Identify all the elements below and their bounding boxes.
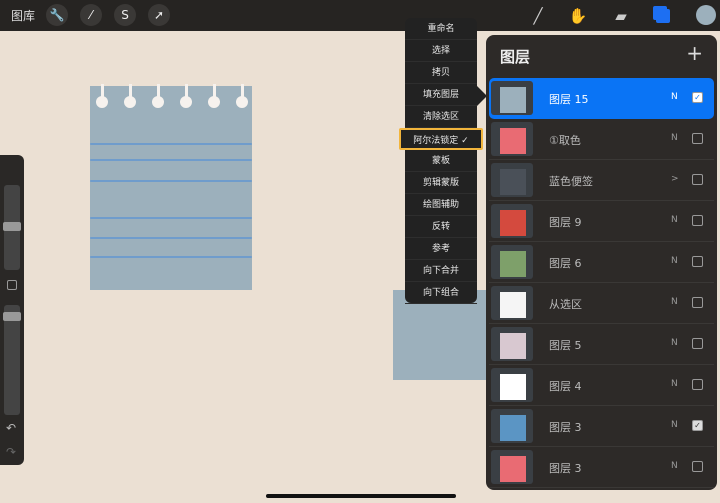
menu-item[interactable]: 阿尔法锁定 ✓ — [399, 128, 483, 150]
wrench-icon[interactable]: 🔧 — [46, 4, 68, 26]
left-sidebar: ↶ ↷ — [0, 155, 24, 465]
blend-mode-button[interactable]: N — [671, 338, 678, 348]
layer-row[interactable]: 蓝色便签 > — [489, 160, 714, 201]
menu-item[interactable]: 选择 — [405, 40, 477, 62]
layer-thumbnail — [491, 245, 533, 279]
menu-item[interactable]: 拷贝 — [405, 62, 477, 84]
menu-item[interactable]: 参考 — [405, 238, 477, 260]
visibility-checkbox[interactable] — [692, 174, 703, 185]
undo-icon[interactable]: ↶ — [6, 421, 16, 435]
layer-name: 图层 15 — [549, 93, 589, 106]
layer-thumbnail — [491, 286, 533, 320]
layer-name: 图层 3 — [549, 421, 582, 434]
menu-item[interactable]: 填充图层 — [405, 84, 477, 106]
blend-mode-button[interactable]: N — [671, 92, 678, 102]
layer-thumbnail — [491, 204, 533, 238]
gallery-button[interactable]: 图库 — [11, 7, 35, 24]
layer-name: ①取色 — [549, 134, 581, 147]
blend-mode-button[interactable]: N — [671, 420, 678, 430]
blend-mode-button[interactable]: N — [671, 461, 678, 471]
layer-thumbnail — [491, 122, 533, 156]
blend-mode-button[interactable]: N — [671, 133, 678, 143]
layer-row[interactable]: 图层 5 N — [489, 324, 714, 365]
selection-icon[interactable]: S — [114, 4, 136, 26]
layer-thumbnail — [491, 409, 533, 443]
layer-thumbnail — [491, 327, 533, 361]
menu-item[interactable]: 蒙板 — [405, 150, 477, 172]
layer-name: 蓝色便签 — [549, 175, 593, 188]
visibility-checkbox[interactable] — [692, 256, 703, 267]
visibility-checkbox[interactable]: ✓ — [692, 92, 703, 103]
layers-icon[interactable] — [652, 5, 674, 27]
layer-row[interactable]: 图层 4 N — [489, 365, 714, 406]
menu-item[interactable]: 剪辑蒙版 — [405, 172, 477, 194]
layer-row[interactable]: 从选区 N — [489, 283, 714, 324]
visibility-checkbox[interactable] — [692, 461, 703, 472]
blend-mode-button[interactable]: N — [671, 256, 678, 266]
blend-mode-button[interactable]: N — [671, 379, 678, 389]
eraser-icon[interactable]: ▰ — [610, 5, 632, 27]
layer-row[interactable]: 图层 6 N — [489, 242, 714, 283]
opacity-handle[interactable] — [3, 312, 21, 321]
menu-item[interactable]: 绘图辅助 — [405, 194, 477, 216]
blend-mode-button[interactable]: N — [671, 297, 678, 307]
menu-item[interactable]: 反转 — [405, 216, 477, 238]
blue-notepad-drawing — [90, 84, 252, 290]
color-icon[interactable] — [696, 5, 716, 25]
menu-item[interactable]: 向下组合 — [405, 282, 477, 304]
layer-name: 从选区 — [549, 298, 582, 311]
home-indicator — [266, 494, 456, 498]
brush-icon[interactable]: ╱ — [527, 5, 549, 27]
layer-row[interactable]: 图层 3 N ✓ — [489, 406, 714, 447]
layer-thumbnail — [491, 368, 533, 402]
transform-arrow-icon[interactable]: ➚ — [148, 4, 170, 26]
layer-row[interactable]: 图层 9 N — [489, 201, 714, 242]
blend-mode-button[interactable]: N — [671, 215, 678, 225]
visibility-checkbox[interactable] — [692, 338, 703, 349]
menu-item[interactable]: 向下合并 — [405, 260, 477, 282]
brush-size-handle[interactable] — [3, 222, 21, 231]
layer-name: 图层 3 — [549, 462, 582, 475]
layer-name: 图层 5 — [549, 339, 582, 352]
layer-row[interactable]: 图层 15 N ✓ — [489, 78, 714, 119]
visibility-checkbox[interactable] — [692, 133, 703, 144]
layer-thumbnail — [491, 450, 533, 484]
expand-chevron-icon[interactable]: > — [671, 174, 679, 184]
eyedropper-button[interactable] — [7, 280, 17, 290]
magic-wand-icon[interactable]: ⁄ — [80, 4, 102, 26]
layer-row[interactable]: ①取色 N — [489, 119, 714, 160]
visibility-checkbox[interactable] — [692, 297, 703, 308]
menu-item[interactable]: 重命名 — [405, 18, 477, 40]
layer-thumbnail — [491, 81, 533, 115]
layers-panel: 图层 + 图层 15 N ✓ ①取色 N 蓝色便签 > 图层 9 N 图层 6 … — [486, 35, 717, 490]
menu-item[interactable]: 清除选区 — [405, 106, 477, 128]
redo-icon[interactable]: ↷ — [6, 445, 16, 459]
layers-title: 图层 — [500, 48, 531, 66]
opacity-slider[interactable] — [4, 305, 20, 415]
layer-name: 图层 9 — [549, 216, 582, 229]
layer-thumbnail — [491, 163, 533, 197]
layer-name: 图层 4 — [549, 380, 582, 393]
visibility-checkbox[interactable]: ✓ — [692, 420, 703, 431]
visibility-checkbox[interactable] — [692, 379, 703, 390]
visibility-checkbox[interactable] — [692, 215, 703, 226]
layer-row[interactable]: 图层 3 N — [489, 447, 714, 488]
smudge-icon[interactable]: ✋ — [567, 5, 589, 27]
add-layer-button[interactable]: + — [686, 41, 703, 65]
layer-options-menu: 重命名 选择 拷贝 填充图层 清除选区 阿尔法锁定 ✓ 蒙板 剪辑蒙版 绘图辅助 反转 参考 向下合并… — [399, 18, 483, 304]
layer-name: 图层 6 — [549, 257, 582, 270]
top-toolbar: 图库 🔧 ⁄ S ➚ ╱ ✋ ▰ — [0, 0, 720, 31]
